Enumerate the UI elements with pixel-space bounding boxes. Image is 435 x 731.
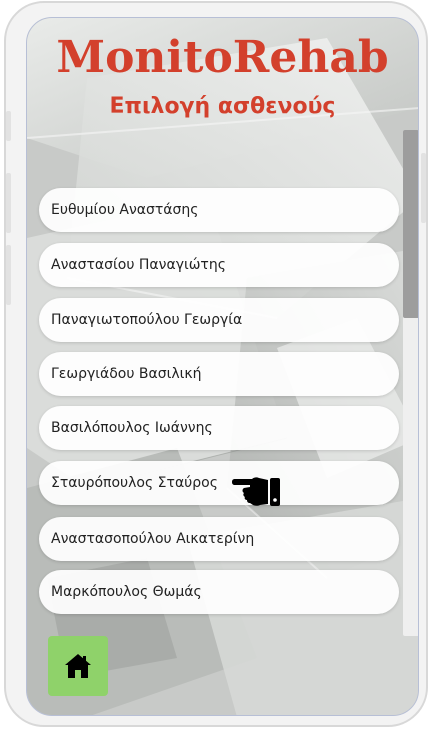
app-title: MonitoRehab — [56, 32, 389, 83]
patient-item[interactable]: Αναστασίου Παναγιώτης — [39, 243, 399, 287]
patient-item[interactable]: Βασιλόπουλος Ιωάννης — [39, 406, 399, 450]
patient-item[interactable]: Σταυρόπουλος Σταύρος — [39, 461, 399, 505]
device-side-button — [6, 173, 11, 233]
patient-item[interactable]: Αναστασοπούλου Αικατερίνη — [39, 517, 399, 561]
patient-list: Ευθυμίου Αναστάσης Αναστασίου Παναγιώτης… — [39, 188, 399, 618]
pointing-hand-cursor-icon — [232, 477, 280, 506]
device-side-button — [6, 111, 11, 141]
device-frame: MonitoRehab Επιλογή ασθενούς Ευθυμίου Αν… — [4, 1, 428, 727]
page-subtitle: Επιλογή ασθενούς — [109, 94, 336, 119]
device-power-button — [421, 153, 426, 223]
patient-item[interactable]: Γεωργιάδου Βασιλική — [39, 352, 399, 396]
home-button[interactable] — [48, 636, 108, 696]
device-side-button — [6, 245, 11, 305]
scrollbar-thumb[interactable] — [403, 130, 418, 318]
list-scrollbar[interactable] — [403, 130, 418, 636]
home-icon — [65, 654, 91, 678]
patient-item[interactable]: Ευθυμίου Αναστάσης — [39, 188, 399, 232]
patient-item[interactable]: Μαρκόπουλος Θωμάς — [39, 570, 399, 614]
patient-item[interactable]: Παναγιωτοπούλου Γεωργία — [39, 298, 399, 342]
app-screen: MonitoRehab Επιλογή ασθενούς Ευθυμίου Αν… — [26, 17, 419, 716]
